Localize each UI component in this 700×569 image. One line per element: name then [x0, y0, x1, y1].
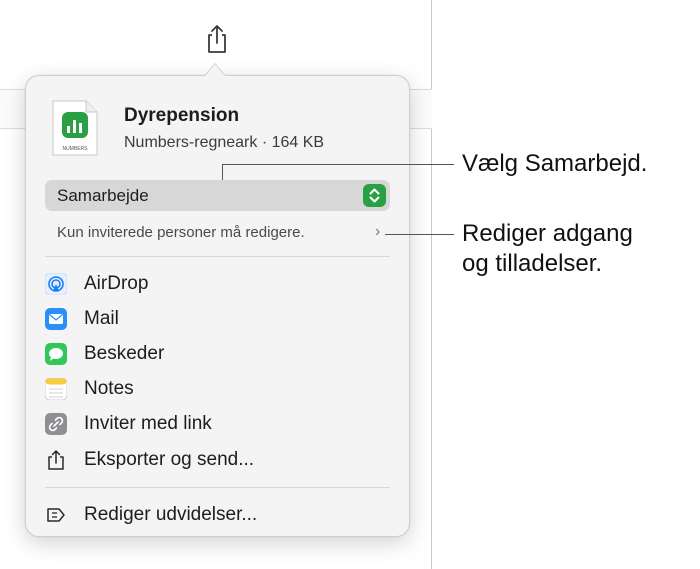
callout-access: Rediger adgang og tilladelser. [462, 219, 633, 279]
menu-item-label: Notes [84, 378, 134, 399]
menu-item-invite-link[interactable]: Inviter med link [45, 407, 390, 441]
callout-access-line1: Rediger adgang [462, 220, 633, 247]
collaboration-select-value: Samarbejde [57, 186, 149, 205]
messages-icon [45, 343, 67, 365]
extensions-icon [47, 508, 65, 522]
menu-item-label: Eksporter og send... [84, 449, 255, 470]
notes-icon [45, 378, 67, 400]
menu-item-mail[interactable]: Mail [45, 302, 390, 336]
collaboration-select[interactable]: Samarbejde [45, 180, 390, 211]
mail-icon [45, 308, 67, 330]
divider [45, 256, 390, 257]
file-icon-caption: NUMBERS [62, 146, 88, 152]
callout-access-line2: og tilladelser. [462, 250, 603, 277]
callout-collaborate: Vælg Samarbejd. [462, 150, 648, 177]
numbers-file-icon: NUMBERS [52, 100, 98, 156]
menu-item-export[interactable]: Eksporter og send... [45, 443, 390, 477]
callout-leader [385, 234, 454, 235]
menu-item-label: Inviter med link [84, 413, 212, 434]
link-icon [45, 413, 67, 435]
access-permissions-link[interactable]: Kun inviterede personer må redigere. [57, 224, 305, 241]
menu-item-notes[interactable]: Notes [45, 372, 390, 406]
menu-item-edit-extensions[interactable]: Rediger udvidelser... [45, 498, 390, 532]
file-title: Dyrepension [124, 105, 240, 126]
popover-arrow [205, 64, 225, 76]
share-icon[interactable] [204, 24, 230, 54]
menu-item-label: Beskeder [84, 343, 165, 364]
callout-leader [222, 164, 223, 180]
menu-item-label: Mail [84, 308, 119, 329]
airdrop-icon [45, 273, 67, 295]
export-icon [48, 450, 64, 470]
menu-item-airdrop[interactable]: AirDrop [45, 267, 390, 301]
chevron-updown-icon [363, 184, 386, 207]
menu-item-messages[interactable]: Beskeder [45, 337, 390, 371]
menu-item-label: Rediger udvidelser... [84, 504, 258, 525]
callout-leader [222, 164, 454, 165]
menu-item-label: AirDrop [84, 273, 149, 294]
file-subtitle: Numbers-regneark · 164 KB [124, 134, 325, 151]
chevron-right-icon: › [375, 223, 381, 240]
divider [45, 487, 390, 488]
